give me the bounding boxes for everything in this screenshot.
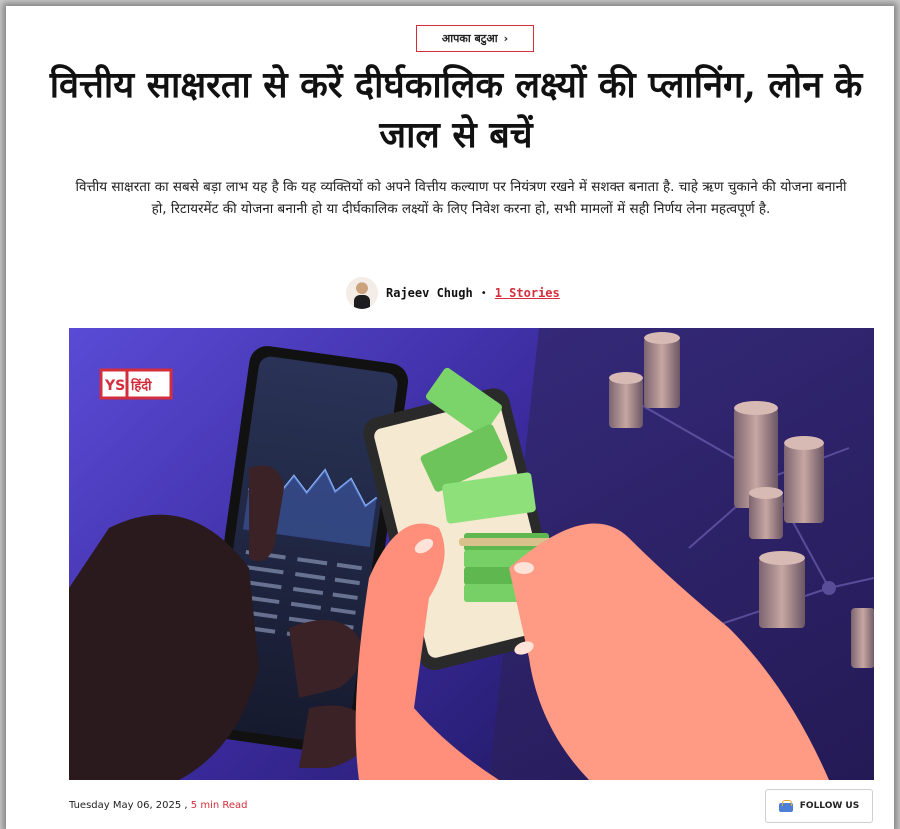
author-stories-link[interactable]: 1 Stories bbox=[495, 286, 560, 300]
article-summary: वित्तीय साक्षरता का सबसे बड़ा लाभ यह है … bbox=[75, 179, 847, 217]
category-tag[interactable]: आपका बटुआ › bbox=[416, 25, 534, 52]
publish-meta: Tuesday May 06, 2025 , 5 min Read bbox=[69, 800, 248, 811]
svg-text:हिंदी: हिंदी bbox=[130, 377, 152, 394]
hero-image: YS हिंदी bbox=[69, 328, 874, 780]
publish-date: Tuesday May 06, 2025 , bbox=[69, 800, 188, 811]
chevron-right-icon: › bbox=[503, 32, 509, 45]
author-byline: Rajeev Chugh • 1 Stories bbox=[346, 276, 560, 310]
follow-us-label: FOLLOW US bbox=[799, 801, 860, 811]
yourstory-hindi-logo-icon: YS हिंदी bbox=[99, 368, 173, 400]
category-label: आपका बटुआ bbox=[441, 32, 498, 45]
article-page: आपका बटुआ › वित्तीय साक्षरता से करें दीर… bbox=[6, 6, 894, 829]
article-title: वित्तीय साक्षरता से करें दीर्घकालिक लक्ष… bbox=[49, 64, 863, 156]
author-name[interactable]: Rajeev Chugh bbox=[386, 286, 473, 300]
read-time: 5 min Read bbox=[190, 800, 248, 811]
byline-separator: • bbox=[480, 287, 487, 299]
follow-us-button[interactable]: FOLLOW US bbox=[765, 789, 873, 823]
author-avatar[interactable] bbox=[346, 277, 378, 309]
svg-text:YS: YS bbox=[104, 378, 125, 394]
briefcase-icon bbox=[778, 800, 793, 812]
